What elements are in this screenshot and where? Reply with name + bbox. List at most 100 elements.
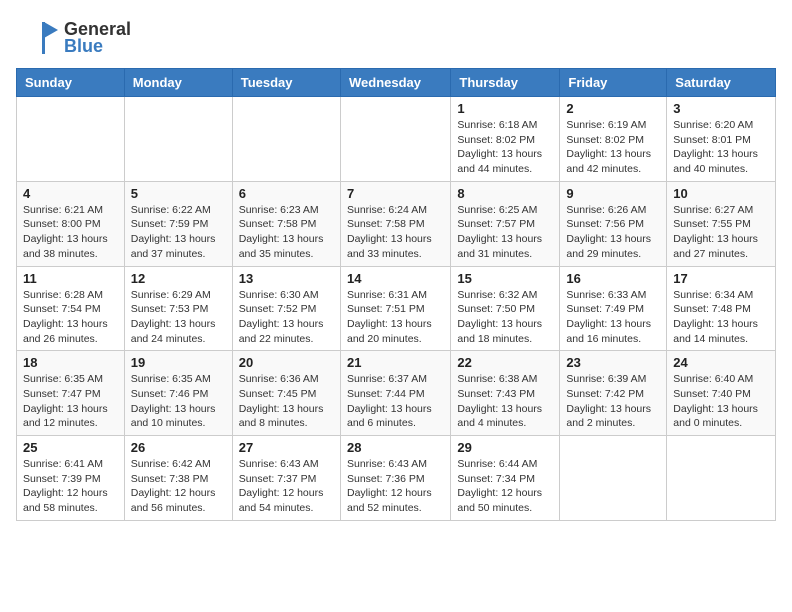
day-number: 8 [457, 186, 553, 201]
day-number: 16 [566, 271, 660, 286]
day-number: 3 [673, 101, 769, 116]
generalblue-logo-icon [16, 16, 60, 60]
day-info: Sunrise: 6:18 AMSunset: 8:02 PMDaylight:… [457, 118, 553, 177]
weekday-header-row: SundayMondayTuesdayWednesdayThursdayFrid… [17, 69, 776, 97]
day-number: 9 [566, 186, 660, 201]
day-info: Sunrise: 6:40 AMSunset: 7:40 PMDaylight:… [673, 372, 769, 431]
day-number: 13 [239, 271, 334, 286]
calendar-cell: 22 Sunrise: 6:38 AMSunset: 7:43 PMDayligh… [451, 351, 560, 436]
day-number: 4 [23, 186, 118, 201]
day-number: 27 [239, 440, 334, 455]
calendar-cell [667, 436, 776, 521]
day-info: Sunrise: 6:36 AMSunset: 7:45 PMDaylight:… [239, 372, 334, 431]
calendar-cell: 2 Sunrise: 6:19 AMSunset: 8:02 PMDaylight… [560, 97, 667, 182]
day-number: 1 [457, 101, 553, 116]
calendar-cell: 14 Sunrise: 6:31 AMSunset: 7:51 PMDayligh… [340, 266, 450, 351]
day-info: Sunrise: 6:24 AMSunset: 7:58 PMDaylight:… [347, 203, 444, 262]
logo-blue-text: Blue [64, 36, 131, 57]
day-number: 18 [23, 355, 118, 370]
calendar-cell: 18 Sunrise: 6:35 AMSunset: 7:47 PMDayligh… [17, 351, 125, 436]
calendar-cell [124, 97, 232, 182]
day-info: Sunrise: 6:44 AMSunset: 7:34 PMDaylight:… [457, 457, 553, 516]
day-number: 2 [566, 101, 660, 116]
calendar-cell [560, 436, 667, 521]
calendar-cell: 27 Sunrise: 6:43 AMSunset: 7:37 PMDayligh… [232, 436, 340, 521]
day-info: Sunrise: 6:23 AMSunset: 7:58 PMDaylight:… [239, 203, 334, 262]
day-number: 20 [239, 355, 334, 370]
weekday-header-friday: Friday [560, 69, 667, 97]
calendar-cell: 19Sunrise: 6:35 AMSunset: 7:46 PMDayligh… [124, 351, 232, 436]
weekday-header-thursday: Thursday [451, 69, 560, 97]
calendar-cell: 9 Sunrise: 6:26 AMSunset: 7:56 PMDaylight… [560, 181, 667, 266]
day-number: 29 [457, 440, 553, 455]
day-info: Sunrise: 6:25 AMSunset: 7:57 PMDaylight:… [457, 203, 553, 262]
day-number: 21 [347, 355, 444, 370]
day-number: 25 [23, 440, 118, 455]
calendar-cell: 21 Sunrise: 6:37 AMSunset: 7:44 PMDayligh… [340, 351, 450, 436]
calendar-cell: 4Sunrise: 6:21 AMSunset: 8:00 PMDaylight… [17, 181, 125, 266]
calendar-cell: 12 Sunrise: 6:29 AMSunset: 7:53 PMDayligh… [124, 266, 232, 351]
calendar-cell: 8 Sunrise: 6:25 AMSunset: 7:57 PMDaylight… [451, 181, 560, 266]
day-info: Sunrise: 6:39 AMSunset: 7:42 PMDaylight:… [566, 372, 660, 431]
day-number: 5 [131, 186, 226, 201]
day-number: 22 [457, 355, 553, 370]
calendar-cell: 6 Sunrise: 6:23 AMSunset: 7:58 PMDaylight… [232, 181, 340, 266]
day-info: Sunrise: 6:41 AMSunset: 7:39 PMDaylight:… [23, 457, 118, 516]
day-info: Sunrise: 6:43 AMSunset: 7:37 PMDaylight:… [239, 457, 334, 516]
day-info: Sunrise: 6:26 AMSunset: 7:56 PMDaylight:… [566, 203, 660, 262]
calendar-cell: 20 Sunrise: 6:36 AMSunset: 7:45 PMDayligh… [232, 351, 340, 436]
day-info: Sunrise: 6:31 AMSunset: 7:51 PMDaylight:… [347, 288, 444, 347]
calendar-cell: 25 Sunrise: 6:41 AMSunset: 7:39 PMDayligh… [17, 436, 125, 521]
day-info: Sunrise: 6:43 AMSunset: 7:36 PMDaylight:… [347, 457, 444, 516]
calendar-week-row: 25 Sunrise: 6:41 AMSunset: 7:39 PMDayligh… [17, 436, 776, 521]
calendar-cell: 10 Sunrise: 6:27 AMSunset: 7:55 PMDayligh… [667, 181, 776, 266]
day-number: 12 [131, 271, 226, 286]
day-info: Sunrise: 6:19 AMSunset: 8:02 PMDaylight:… [566, 118, 660, 177]
day-info: Sunrise: 6:20 AMSunset: 8:01 PMDaylight:… [673, 118, 769, 177]
day-info: Sunrise: 6:29 AMSunset: 7:53 PMDaylight:… [131, 288, 226, 347]
day-number: 15 [457, 271, 553, 286]
weekday-header-monday: Monday [124, 69, 232, 97]
day-info: Sunrise: 6:33 AMSunset: 7:49 PMDaylight:… [566, 288, 660, 347]
calendar-week-row: 4Sunrise: 6:21 AMSunset: 8:00 PMDaylight… [17, 181, 776, 266]
calendar-cell: 3 Sunrise: 6:20 AMSunset: 8:01 PMDaylight… [667, 97, 776, 182]
day-info: Sunrise: 6:38 AMSunset: 7:43 PMDaylight:… [457, 372, 553, 431]
calendar-cell: 11Sunrise: 6:28 AMSunset: 7:54 PMDayligh… [17, 266, 125, 351]
logo: GeneralBlue [16, 16, 131, 60]
day-info: Sunrise: 6:28 AMSunset: 7:54 PMDaylight:… [23, 288, 118, 347]
day-info: Sunrise: 6:35 AMSunset: 7:46 PMDaylight:… [131, 372, 226, 431]
weekday-header-saturday: Saturday [667, 69, 776, 97]
weekday-header-sunday: Sunday [17, 69, 125, 97]
calendar-cell: 26 Sunrise: 6:42 AMSunset: 7:38 PMDayligh… [124, 436, 232, 521]
day-number: 10 [673, 186, 769, 201]
day-number: 28 [347, 440, 444, 455]
calendar-cell: 17Sunrise: 6:34 AMSunset: 7:48 PMDayligh… [667, 266, 776, 351]
day-info: Sunrise: 6:27 AMSunset: 7:55 PMDaylight:… [673, 203, 769, 262]
weekday-header-tuesday: Tuesday [232, 69, 340, 97]
page-header: GeneralBlue [16, 16, 776, 60]
calendar-cell: 5 Sunrise: 6:22 AMSunset: 7:59 PMDaylight… [124, 181, 232, 266]
day-number: 6 [239, 186, 334, 201]
day-number: 7 [347, 186, 444, 201]
day-info: Sunrise: 6:35 AMSunset: 7:47 PMDaylight:… [23, 372, 118, 431]
day-number: 26 [131, 440, 226, 455]
calendar-cell: 29 Sunrise: 6:44 AMSunset: 7:34 PMDayligh… [451, 436, 560, 521]
day-number: 14 [347, 271, 444, 286]
calendar-table: SundayMondayTuesdayWednesdayThursdayFrid… [16, 68, 776, 521]
calendar-cell: 23Sunrise: 6:39 AMSunset: 7:42 PMDayligh… [560, 351, 667, 436]
calendar-cell: 16 Sunrise: 6:33 AMSunset: 7:49 PMDayligh… [560, 266, 667, 351]
day-info: Sunrise: 6:22 AMSunset: 7:59 PMDaylight:… [131, 203, 226, 262]
calendar-week-row: 11Sunrise: 6:28 AMSunset: 7:54 PMDayligh… [17, 266, 776, 351]
weekday-header-wednesday: Wednesday [340, 69, 450, 97]
calendar-cell [17, 97, 125, 182]
calendar-cell: 1 Sunrise: 6:18 AMSunset: 8:02 PMDaylight… [451, 97, 560, 182]
calendar-cell: 13Sunrise: 6:30 AMSunset: 7:52 PMDayligh… [232, 266, 340, 351]
calendar-cell [340, 97, 450, 182]
calendar-cell: 7 Sunrise: 6:24 AMSunset: 7:58 PMDaylight… [340, 181, 450, 266]
day-number: 24 [673, 355, 769, 370]
calendar-cell: 15Sunrise: 6:32 AMSunset: 7:50 PMDayligh… [451, 266, 560, 351]
day-info: Sunrise: 6:42 AMSunset: 7:38 PMDaylight:… [131, 457, 226, 516]
calendar-cell: 28 Sunrise: 6:43 AMSunset: 7:36 PMDayligh… [340, 436, 450, 521]
day-number: 17 [673, 271, 769, 286]
day-info: Sunrise: 6:37 AMSunset: 7:44 PMDaylight:… [347, 372, 444, 431]
